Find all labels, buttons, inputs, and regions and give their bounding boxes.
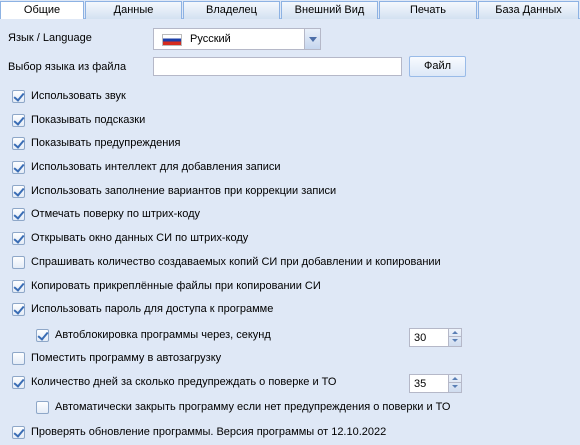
option-label: Использовать звук xyxy=(31,90,126,102)
checkbox[interactable] xyxy=(12,256,25,269)
option-label: Использовать заполнение вариантов при ко… xyxy=(31,185,337,197)
checkbox[interactable] xyxy=(12,114,25,127)
checkbox[interactable] xyxy=(12,185,25,198)
option-label: Использовать пароль для доступа к програ… xyxy=(31,303,274,315)
chevron-up-icon[interactable] xyxy=(449,375,461,383)
chevron-down-icon[interactable] xyxy=(304,29,320,49)
language-select-value: Русский xyxy=(190,33,231,45)
option-label: Открывать окно данных СИ по штрих-коду xyxy=(31,232,249,244)
chevron-down-icon[interactable] xyxy=(449,383,461,391)
language-file-label: Выбор языка из файла xyxy=(8,61,127,73)
option-label: Проверять обновление программы. Версия п… xyxy=(31,426,387,438)
stepper-value: 30 xyxy=(414,332,427,344)
stepper-buttons xyxy=(448,375,461,392)
tab-appearance[interactable]: Внешний Вид xyxy=(281,1,378,19)
checkbox[interactable] xyxy=(12,352,25,365)
option-label: Использовать интеллект для добавления за… xyxy=(31,161,281,173)
checkbox[interactable] xyxy=(12,137,25,150)
option-label: Спрашивать количество создаваемых копий … xyxy=(31,256,441,268)
tab-print[interactable]: Печать xyxy=(379,1,477,19)
chevron-up-icon[interactable] xyxy=(449,329,461,337)
file-button[interactable]: Файл xyxy=(409,56,466,77)
checkbox[interactable] xyxy=(36,329,49,342)
option-label: Автоматически закрыть программу если нет… xyxy=(55,401,451,413)
option-label: Поместить программу в автозагрузку xyxy=(31,352,222,364)
tab-database[interactable]: База Данных xyxy=(478,1,579,19)
option-label: Показывать предупреждения xyxy=(31,137,181,149)
checkbox[interactable] xyxy=(12,303,25,316)
checkbox[interactable] xyxy=(12,232,25,245)
russia-flag-icon xyxy=(162,34,182,46)
tab-general[interactable]: Общие xyxy=(0,1,84,20)
option-label: Отмечать поверку по штрих-коду xyxy=(31,208,201,220)
language-select[interactable]: Русский xyxy=(153,28,321,50)
checkbox[interactable] xyxy=(12,376,25,389)
checkbox[interactable] xyxy=(12,280,25,293)
option-label: Копировать прикреплённые файлы при копир… xyxy=(31,280,321,292)
checkbox[interactable] xyxy=(12,90,25,103)
checkbox[interactable] xyxy=(12,426,25,439)
option-label: Количество дней за сколько предупреждать… xyxy=(31,376,337,388)
tab-owner[interactable]: Владелец xyxy=(183,1,280,19)
tab-data[interactable]: Данные xyxy=(85,1,182,19)
language-label: Язык / Language xyxy=(8,32,92,44)
stepper-value: 35 xyxy=(414,378,427,390)
tab-strip: Общие Данные Владелец Внешний Вид Печать… xyxy=(0,0,580,20)
language-file-field[interactable] xyxy=(153,57,402,76)
chevron-down-icon[interactable] xyxy=(449,337,461,345)
stepper-buttons xyxy=(448,329,461,346)
warning-days-stepper[interactable]: 35 xyxy=(409,374,462,393)
autolock-seconds-stepper[interactable]: 30 xyxy=(409,328,462,347)
option-label: Показывать подсказки xyxy=(31,114,146,126)
checkbox[interactable] xyxy=(12,208,25,221)
checkbox[interactable] xyxy=(36,401,49,414)
checkbox[interactable] xyxy=(12,161,25,174)
option-label: Автоблокировка программы через, секунд xyxy=(55,329,271,341)
